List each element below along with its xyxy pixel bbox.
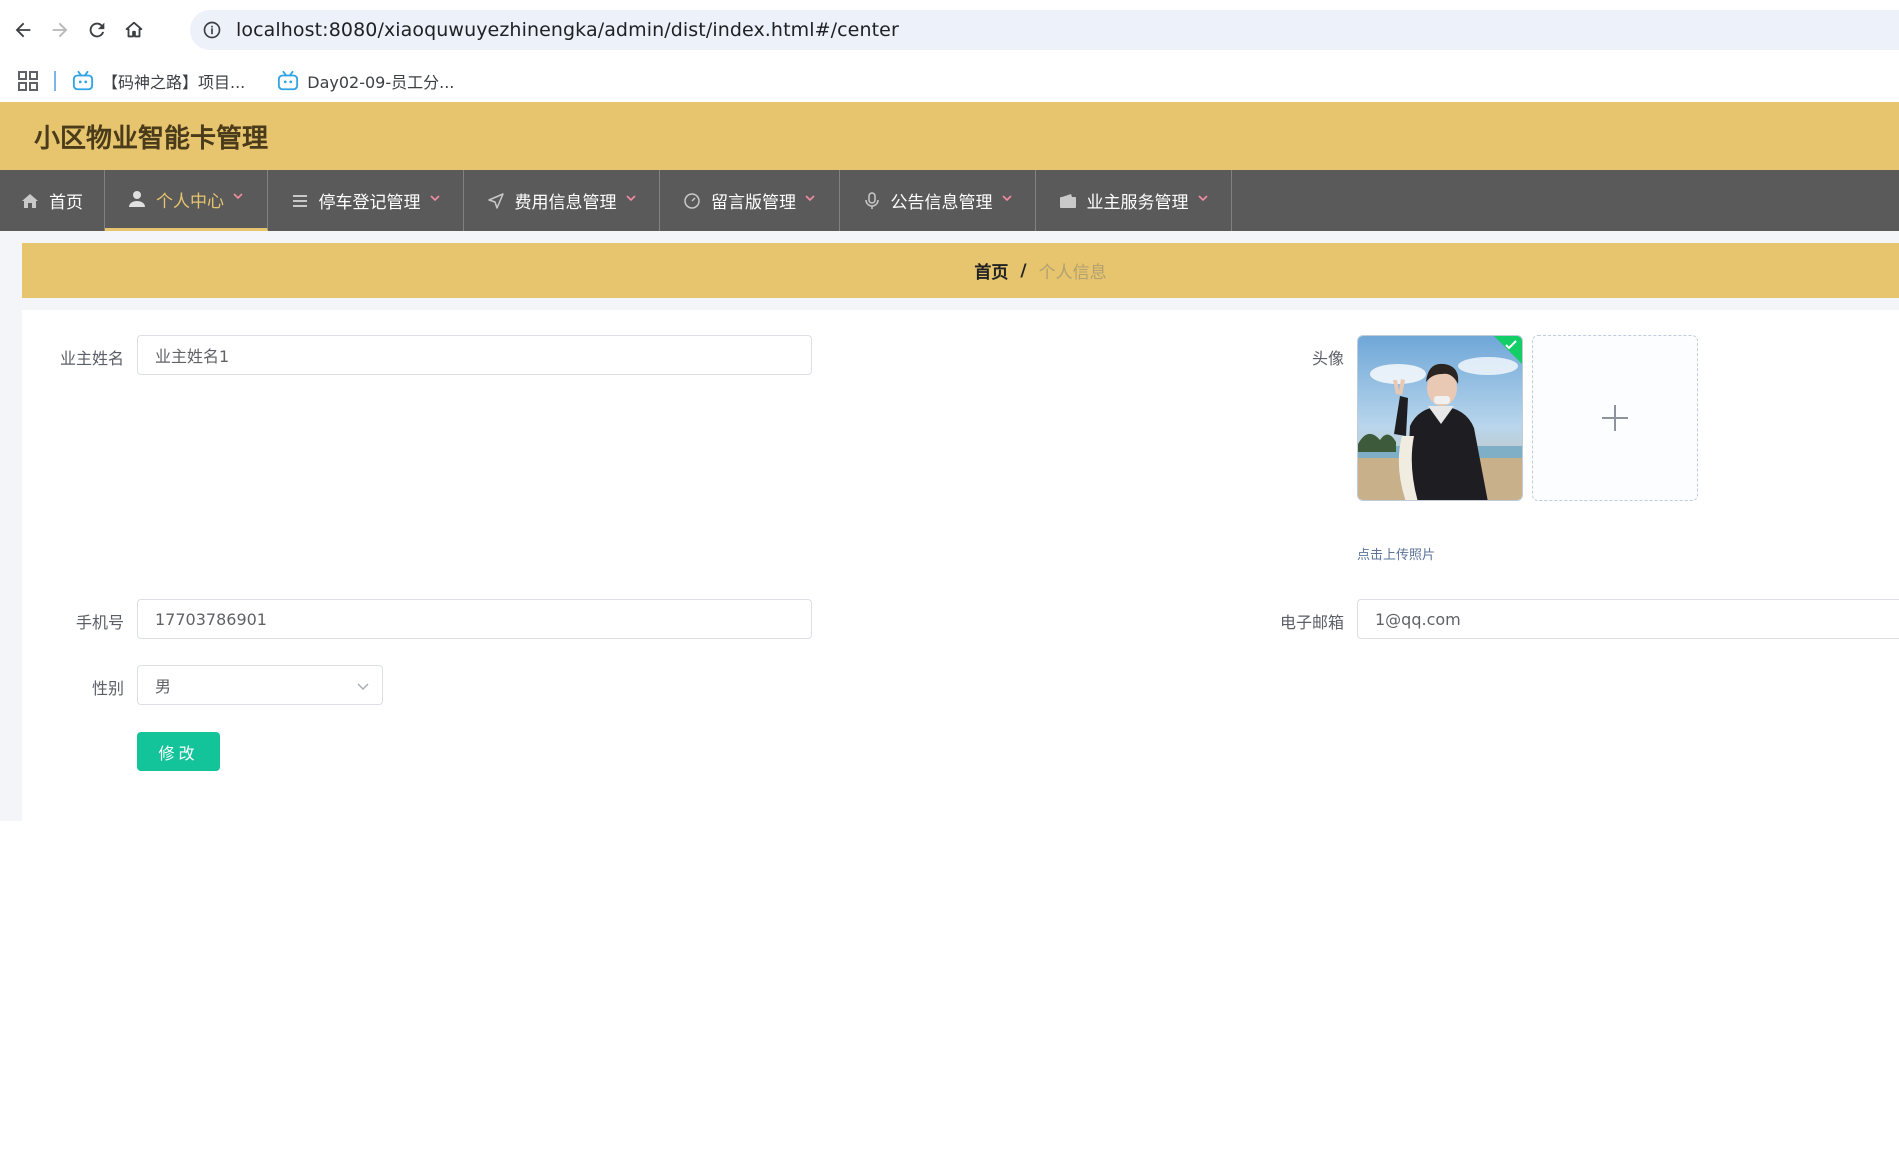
- breadcrumb-separator: /: [1020, 260, 1027, 281]
- avatar-label: 头像: [1311, 349, 1344, 368]
- nav-item-label: 个人中心: [156, 191, 224, 212]
- modify-button-label: 修改: [158, 743, 199, 763]
- chevron-down-icon: [429, 192, 441, 204]
- plus-icon: [1602, 405, 1628, 431]
- nav-item-label: 停车登记管理: [318, 193, 421, 213]
- send-icon: [487, 192, 505, 210]
- apps-grid-icon[interactable]: [18, 71, 38, 91]
- breadcrumb: 首页 / 个人信息: [22, 243, 1899, 298]
- nav-item-owner-services[interactable]: 业主服务管理: [1036, 170, 1232, 231]
- nav-item-home[interactable]: 首页: [0, 170, 105, 231]
- reload-button[interactable]: [79, 12, 115, 48]
- main-nav: 首页 个人中心 停车登记管理 费用信息管理 留言版管理 公告信息管理 业主服务管…: [0, 170, 1899, 231]
- chevron-down-icon: [804, 192, 816, 204]
- owner-name-label: 业主姓名: [59, 349, 124, 368]
- owner-name-value: 业主姓名1: [155, 347, 230, 366]
- modify-button[interactable]: 修改: [137, 732, 220, 771]
- bookmark-item[interactable]: Day02-09-员工分...: [277, 69, 454, 93]
- nav-item-label: 首页: [49, 193, 83, 213]
- avatar-upload-button[interactable]: [1532, 335, 1698, 501]
- bilibili-icon: [278, 70, 299, 91]
- bookmarks-bar: 【码神之路】项目... Day02-09-员工分...: [0, 60, 1899, 102]
- app-title: 小区物业智能卡管理: [34, 123, 269, 154]
- gender-select[interactable]: 男: [137, 665, 383, 705]
- phone-value: 17703786901: [155, 609, 267, 629]
- nav-item-messages[interactable]: 留言版管理: [660, 170, 840, 231]
- chevron-down-icon: [1197, 192, 1209, 204]
- nav-item-label: 留言版管理: [711, 193, 796, 213]
- url-text[interactable]: localhost:8080/xiaoquwuyezhinengka/admin…: [236, 19, 899, 41]
- browser-toolbar: localhost:8080/xiaoquwuyezhinengka/admin…: [0, 0, 1899, 60]
- house-icon: [125, 21, 143, 38]
- upload-hint: 点击上传照片: [1357, 548, 1436, 563]
- microphone-icon: [863, 191, 881, 210]
- check-icon: [1505, 340, 1517, 350]
- gender-label: 性别: [91, 679, 124, 698]
- avatar-photo: [1358, 336, 1522, 500]
- wallet-icon: [1059, 192, 1077, 210]
- email-label: 电子邮箱: [1279, 613, 1344, 632]
- nav-item-fees[interactable]: 费用信息管理: [464, 170, 660, 231]
- reload-icon: [89, 22, 105, 38]
- phone-input[interactable]: 17703786901: [137, 599, 812, 639]
- nav-item-personal-center[interactable]: 个人中心: [105, 170, 268, 231]
- info-icon[interactable]: [200, 18, 224, 42]
- back-button[interactable]: [5, 12, 41, 48]
- breadcrumb-current: 个人信息: [1038, 263, 1107, 283]
- bookmark-label: Day02-09-员工分...: [307, 73, 455, 92]
- bookmark-label: 【码神之路】项目...: [102, 73, 246, 92]
- nav-item-label: 公告信息管理: [890, 193, 993, 213]
- bookmarks-divider: [54, 71, 56, 91]
- email-input[interactable]: 1@qq.com: [1357, 599, 1899, 639]
- list-icon: [291, 192, 309, 210]
- user-icon: [128, 190, 146, 208]
- arrow-left-icon: [15, 22, 31, 38]
- nav-item-announcements[interactable]: 公告信息管理: [840, 170, 1036, 231]
- owner-name-input[interactable]: 业主姓名1: [137, 335, 812, 375]
- email-value: 1@qq.com: [1375, 609, 1461, 629]
- nav-item-label: 费用信息管理: [514, 193, 617, 213]
- chevron-down-icon: [232, 190, 244, 202]
- nav-item-label: 业主服务管理: [1086, 193, 1189, 213]
- arrow-right-icon: [52, 22, 68, 38]
- chevron-down-icon: [625, 192, 637, 204]
- bilibili-icon: [72, 70, 94, 91]
- bookmark-item[interactable]: 【码神之路】项目...: [72, 69, 245, 93]
- chevron-down-icon: [357, 683, 369, 690]
- app-header: 小区物业智能卡管理: [0, 102, 1899, 170]
- gender-value: 男: [155, 677, 172, 696]
- avatar-thumbnail[interactable]: [1357, 335, 1523, 501]
- home-browser-button[interactable]: [116, 12, 152, 48]
- home-icon: [21, 192, 39, 210]
- chevron-down-icon: [1001, 192, 1013, 204]
- nav-item-parking[interactable]: 停车登记管理: [268, 170, 464, 231]
- forward-button[interactable]: [42, 12, 78, 48]
- dashboard-icon: [683, 192, 701, 210]
- breadcrumb-home[interactable]: 首页: [974, 258, 1008, 283]
- address-bar[interactable]: localhost:8080/xiaoquwuyezhinengka/admin…: [190, 10, 1899, 50]
- phone-label: 手机号: [75, 613, 124, 632]
